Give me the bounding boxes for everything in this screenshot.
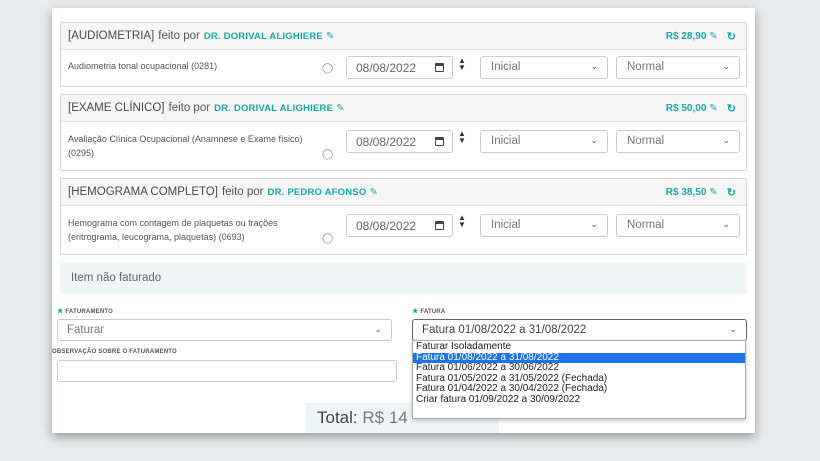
chevron-down-icon: ⌄	[590, 61, 598, 71]
doctor-link[interactable]: DR. DORIVAL ALIGHIERE	[214, 103, 333, 114]
procedure-description: Avaliação Clínica Ocupacional (Anamnese …	[68, 134, 303, 158]
observacao-input[interactable]	[57, 360, 397, 382]
exam-name: [EXAME CLÍNICO]	[68, 102, 165, 114]
exam-type-value: Normal	[627, 135, 665, 147]
total-label: Total:	[317, 408, 358, 427]
exam-type-select[interactable]: Normal ⌄	[616, 56, 740, 79]
performed-by-label: feito por	[221, 186, 264, 198]
exam-card-header: [AUDIOMETRIA] feito por DR. DORIVAL ALIG…	[61, 23, 746, 50]
billing-panel: [AUDIOMETRIA] feito por DR. DORIVAL ALIG…	[52, 8, 755, 433]
date-spinner[interactable]: ▲ ▼	[458, 130, 466, 145]
fatura-select[interactable]: Fatura 01/08/2022 a 31/08/2022 ⌄	[412, 319, 747, 341]
exam-date-input[interactable]: 08/08/2022	[346, 130, 453, 153]
exam-date-input[interactable]: 08/08/2022	[346, 214, 453, 237]
exam-price: R$ 28,90	[665, 30, 707, 42]
edit-icon[interactable]: ✎	[709, 103, 717, 114]
fatura-option[interactable]: Faturar Isoladamente	[413, 341, 745, 353]
refresh-icon[interactable]: ↻	[727, 102, 736, 115]
chevron-down-icon: ⌄	[722, 219, 730, 229]
exam-type-select[interactable]: Normal ⌄	[616, 130, 740, 153]
exam-type-value: Normal	[627, 219, 665, 231]
exam-type-select[interactable]: Normal ⌄	[616, 214, 740, 237]
refresh-icon[interactable]: ↻	[727, 30, 736, 43]
comment-icon[interactable]: ◯	[322, 233, 333, 244]
not-billed-notice: Item não faturado	[60, 263, 747, 294]
procedure-description: Hemograma com contagem de plaquetas ou f…	[68, 218, 278, 242]
exam-status-select[interactable]: Inicial ⌄	[480, 56, 608, 79]
chevron-down-icon: ⌄	[374, 324, 382, 334]
edit-icon[interactable]: ✎	[326, 31, 334, 42]
exam-date-value: 08/08/2022	[356, 219, 417, 233]
exam-card-header: [EXAME CLÍNICO] feito por DR. DORIVAL AL…	[61, 95, 746, 122]
doctor-link[interactable]: DR. PEDRO AFONSO	[268, 187, 367, 198]
exam-type-value: Normal	[627, 61, 665, 73]
exam-price: R$ 50,00	[665, 102, 707, 114]
date-spinner[interactable]: ▲ ▼	[458, 214, 466, 229]
exam-status-select[interactable]: Inicial ⌄	[480, 130, 608, 153]
refresh-icon[interactable]: ↻	[727, 186, 736, 199]
doctor-link[interactable]: DR. DORIVAL ALIGHIERE	[204, 31, 323, 42]
exam-name: [HEMOGRAMA COMPLETO]	[68, 186, 218, 198]
total-value: R$ 14	[362, 408, 408, 427]
performed-by-label: feito por	[168, 102, 211, 114]
edit-icon[interactable]: ✎	[709, 31, 717, 42]
calendar-icon[interactable]	[435, 137, 444, 146]
exam-status-value: Inicial	[491, 219, 521, 231]
comment-icon[interactable]: ◯	[322, 149, 333, 160]
exam-price: R$ 38,50	[665, 186, 707, 198]
chevron-down-icon: ⌄	[722, 61, 730, 71]
faturamento-label: ★ FATURAMENTO	[57, 308, 114, 315]
exam-name: [AUDIOMETRIA]	[68, 30, 155, 42]
chevron-down-icon: ⌄	[722, 135, 730, 145]
exam-status-value: Inicial	[491, 135, 521, 147]
star-icon: ★	[57, 308, 64, 315]
edit-icon[interactable]: ✎	[336, 103, 344, 114]
observacao-label: OBSERVAÇÃO SOBRE O FATURAMENTO	[52, 349, 177, 355]
edit-icon[interactable]: ✎	[709, 187, 717, 198]
exam-date-value: 08/08/2022	[356, 61, 417, 75]
fatura-label: ★ FATURA	[412, 308, 446, 315]
exam-status-select[interactable]: Inicial ⌄	[480, 214, 608, 237]
comment-icon[interactable]: ◯	[322, 63, 333, 74]
exam-card-header: [HEMOGRAMA COMPLETO] feito por DR. PEDRO…	[61, 179, 746, 206]
edit-icon[interactable]: ✎	[369, 187, 377, 198]
exam-card: [EXAME CLÍNICO] feito por DR. DORIVAL AL…	[60, 94, 747, 171]
calendar-icon[interactable]	[435, 63, 444, 72]
exam-card: [AUDIOMETRIA] feito por DR. DORIVAL ALIG…	[60, 22, 747, 87]
procedure-description: Audiometria tonal ocupacional (0281)	[68, 61, 218, 71]
exam-status-value: Inicial	[491, 61, 521, 73]
exam-date-input[interactable]: 08/08/2022	[346, 56, 453, 79]
star-icon: ★	[412, 308, 419, 315]
chevron-down-icon: ⌄	[590, 219, 598, 229]
date-spinner[interactable]: ▲ ▼	[458, 57, 466, 72]
exam-card: [HEMOGRAMA COMPLETO] feito por DR. PEDRO…	[60, 178, 747, 255]
chevron-down-icon: ⌄	[590, 135, 598, 145]
faturamento-select[interactable]: Faturar ⌄	[57, 319, 392, 341]
faturamento-value: Faturar	[67, 324, 105, 336]
chevron-down-icon: ⌄	[729, 324, 737, 334]
fatura-option[interactable]: Criar fatura 01/09/2022 a 30/09/2022	[413, 394, 745, 406]
fatura-value: Fatura 01/08/2022 a 31/08/2022	[422, 324, 587, 336]
exam-date-value: 08/08/2022	[356, 135, 417, 149]
performed-by-label: feito por	[158, 30, 200, 42]
fatura-dropdown: Faturar Isoladamente Fatura 01/08/2022 a…	[412, 340, 746, 419]
calendar-icon[interactable]	[435, 221, 444, 230]
